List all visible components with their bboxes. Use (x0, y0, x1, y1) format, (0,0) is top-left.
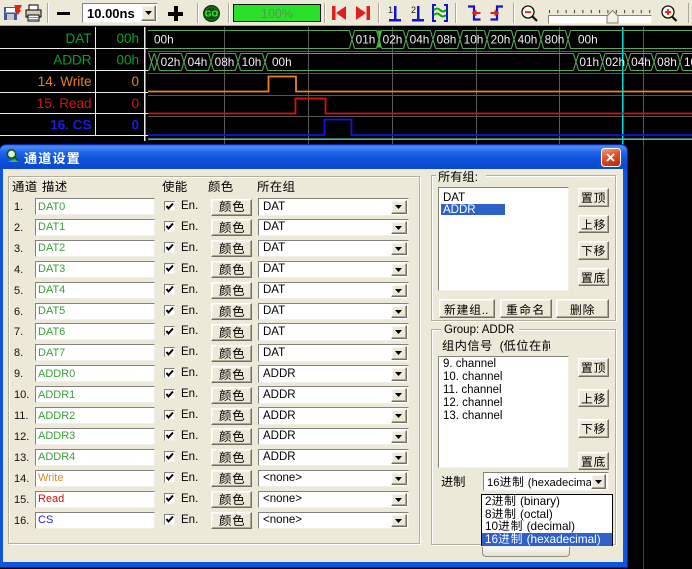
svg-text:15. Read: 15. Read (37, 96, 92, 111)
svg-text:16: 16 (485, 532, 499, 546)
svg-text:04h: 04h (188, 55, 208, 69)
svg-text:0: 0 (131, 96, 139, 111)
svg-text:(hexadecimal): (hexadecimal) (526, 532, 600, 546)
svg-text:00h: 00h (116, 53, 139, 68)
svg-text:GO: GO (205, 9, 219, 19)
svg-text:08h: 08h (437, 33, 457, 47)
svg-text:00h: 00h (272, 55, 292, 69)
svg-text:0: 0 (131, 74, 139, 89)
svg-text:08h: 08h (215, 55, 235, 69)
svg-text:02h: 02h (605, 55, 625, 69)
svg-text:40h: 40h (518, 33, 538, 47)
svg-text:08h: 08h (657, 55, 677, 69)
svg-text:10h: 10h (242, 55, 262, 69)
svg-text:16. CS: 16. CS (50, 117, 91, 132)
svg-text:..: .. (481, 303, 488, 317)
svg-text:00h: 00h (578, 33, 598, 47)
svg-text:(hexadecimal: (hexadecimal (528, 477, 591, 489)
svg-text:10h: 10h (464, 33, 484, 47)
svg-text:04h: 04h (410, 33, 430, 47)
svg-text:DAT: DAT (66, 31, 92, 46)
svg-text:1: 1 (388, 5, 393, 15)
svg-text:10h: 10h (684, 55, 692, 69)
svg-text:14. Write: 14. Write (38, 74, 92, 89)
svg-text::: : (475, 170, 478, 184)
svg-text:0: 0 (131, 117, 139, 132)
svg-text:2: 2 (411, 5, 416, 15)
svg-text:04h: 04h (631, 55, 651, 69)
svg-text:80h: 80h (545, 33, 565, 47)
svg-text:(: ( (499, 339, 503, 353)
svg-text:00h: 00h (154, 33, 174, 47)
svg-text:00h: 00h (116, 31, 139, 46)
svg-text:16: 16 (487, 477, 499, 489)
svg-text:01h: 01h (579, 55, 599, 69)
svg-text:20h: 20h (491, 33, 511, 47)
svg-text:02h: 02h (161, 55, 181, 69)
svg-text:02h: 02h (383, 33, 403, 47)
svg-text:01h: 01h (356, 33, 376, 47)
svg-text:ADDR: ADDR (53, 53, 92, 68)
